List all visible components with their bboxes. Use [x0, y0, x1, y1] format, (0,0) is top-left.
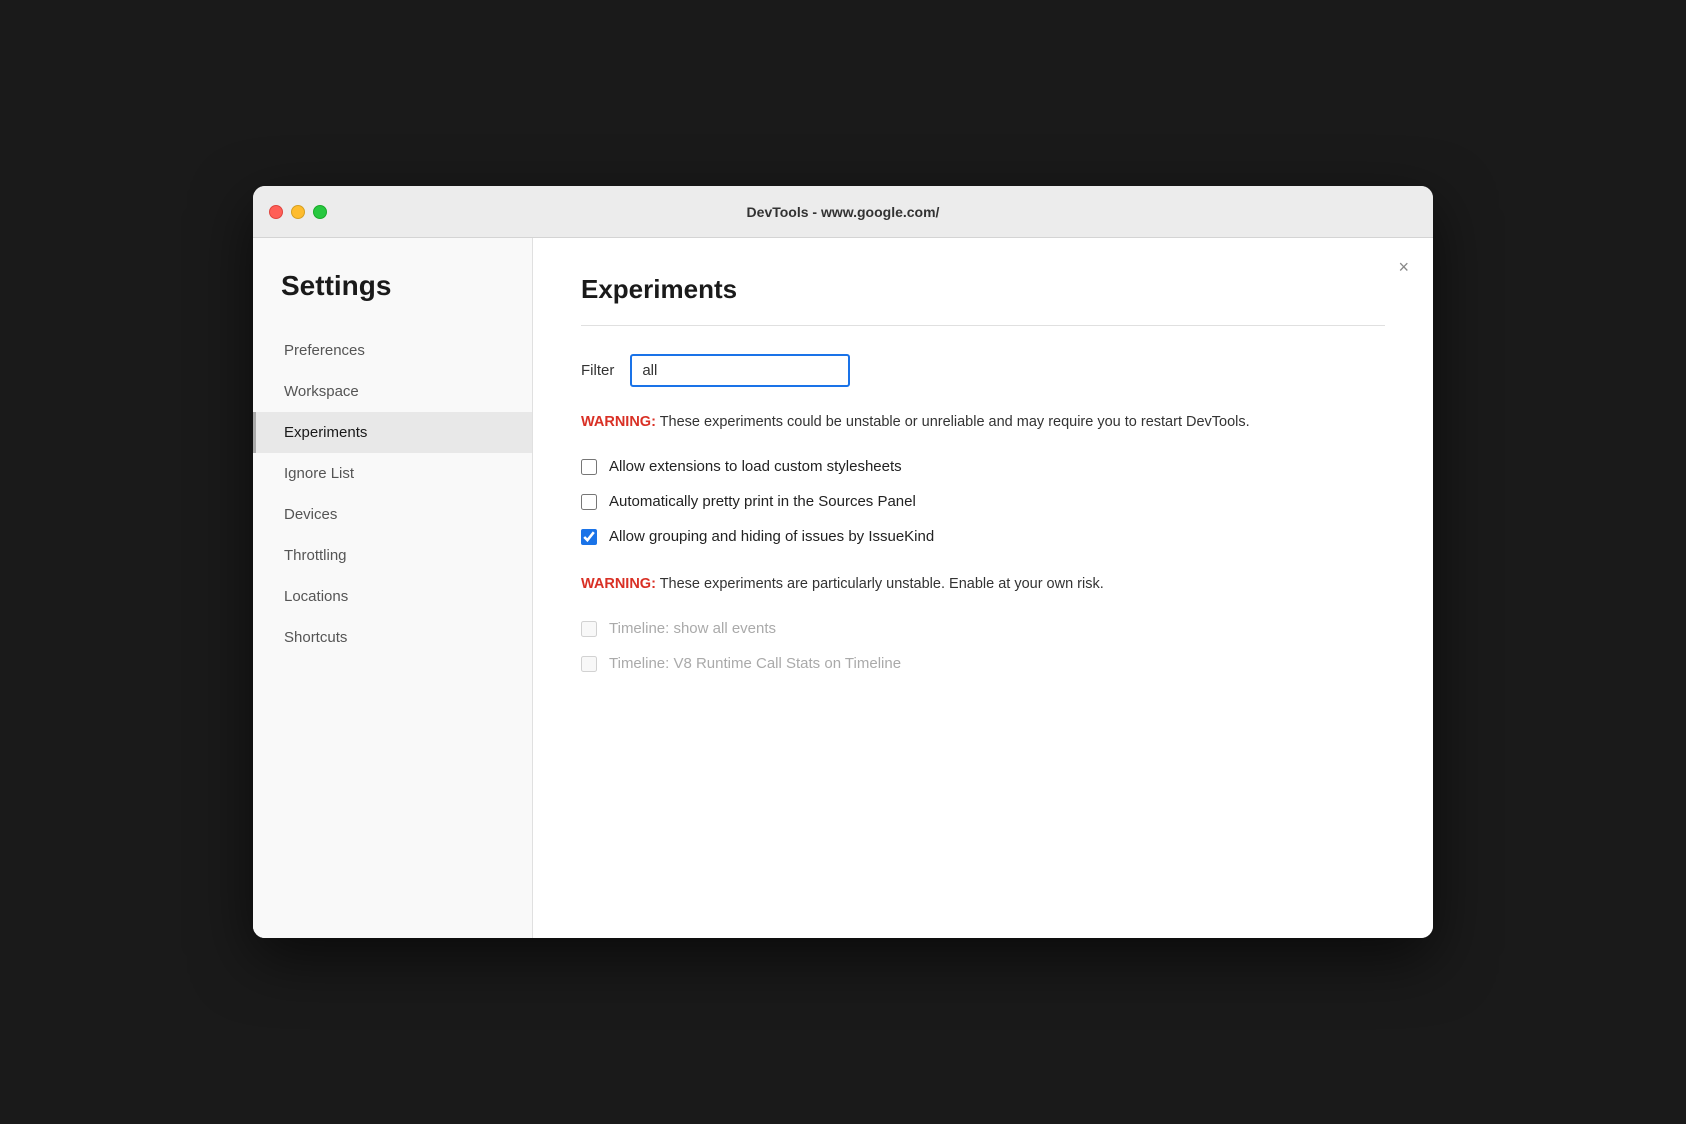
sidebar-item-devices[interactable]: Devices — [253, 494, 532, 535]
warning-label-2: WARNING: — [581, 576, 656, 592]
maximize-traffic-light[interactable] — [313, 205, 327, 219]
window-title: DevTools - www.google.com/ — [747, 204, 940, 220]
sidebar-item-shortcuts[interactable]: Shortcuts — [253, 617, 532, 658]
main-content: × Experiments Filter WARNING: These expe… — [533, 238, 1433, 938]
close-button[interactable]: × — [1398, 258, 1409, 276]
page-title: Experiments — [581, 274, 1385, 305]
checkbox-issuekind[interactable] — [581, 529, 597, 545]
checkbox-item-5: Timeline: V8 Runtime Call Stats on Timel… — [581, 655, 1385, 672]
checkbox-timeline-v8[interactable] — [581, 656, 597, 672]
close-traffic-light[interactable] — [269, 205, 283, 219]
checkbox-item-2: Automatically pretty print in the Source… — [581, 493, 1385, 510]
devtools-window: DevTools - www.google.com/ Settings Pref… — [253, 186, 1433, 938]
sidebar-item-throttling[interactable]: Throttling — [253, 535, 532, 576]
filter-input[interactable] — [630, 354, 850, 387]
checkbox-label-timeline-v8[interactable]: Timeline: V8 Runtime Call Stats on Timel… — [609, 655, 901, 672]
warning-block-2: WARNING: These experiments are particula… — [581, 573, 1385, 596]
warning-label-1: WARNING: — [581, 414, 656, 430]
minimize-traffic-light[interactable] — [291, 205, 305, 219]
checkbox-label-extensions[interactable]: Allow extensions to load custom styleshe… — [609, 458, 902, 475]
checkbox-label-timeline-events[interactable]: Timeline: show all events — [609, 620, 776, 637]
traffic-lights — [269, 205, 327, 219]
checkbox-pretty-print[interactable] — [581, 494, 597, 510]
settings-heading: Settings — [253, 270, 532, 330]
sidebar-item-locations[interactable]: Locations — [253, 576, 532, 617]
checkbox-item-1: Allow extensions to load custom styleshe… — [581, 458, 1385, 475]
sidebar: Settings Preferences Workspace Experimen… — [253, 238, 533, 938]
filter-row: Filter — [581, 354, 1385, 387]
window-body: Settings Preferences Workspace Experimen… — [253, 238, 1433, 938]
warning-text-2: These experiments are particularly unsta… — [656, 576, 1104, 592]
sidebar-item-workspace[interactable]: Workspace — [253, 371, 532, 412]
warning-block-1: WARNING: These experiments could be unst… — [581, 411, 1385, 434]
sidebar-item-preferences[interactable]: Preferences — [253, 330, 532, 371]
titlebar: DevTools - www.google.com/ — [253, 186, 1433, 238]
checkbox-label-pretty-print[interactable]: Automatically pretty print in the Source… — [609, 493, 916, 510]
checkbox-item-4: Timeline: show all events — [581, 620, 1385, 637]
checkbox-item-3: Allow grouping and hiding of issues by I… — [581, 528, 1385, 545]
filter-label: Filter — [581, 362, 614, 379]
divider — [581, 325, 1385, 326]
warning-text-1: These experiments could be unstable or u… — [656, 414, 1250, 430]
checkbox-extensions[interactable] — [581, 459, 597, 475]
sidebar-item-experiments[interactable]: Experiments — [253, 412, 532, 453]
sidebar-item-ignore-list[interactable]: Ignore List — [253, 453, 532, 494]
checkbox-timeline-events[interactable] — [581, 621, 597, 637]
checkbox-label-issuekind[interactable]: Allow grouping and hiding of issues by I… — [609, 528, 934, 545]
